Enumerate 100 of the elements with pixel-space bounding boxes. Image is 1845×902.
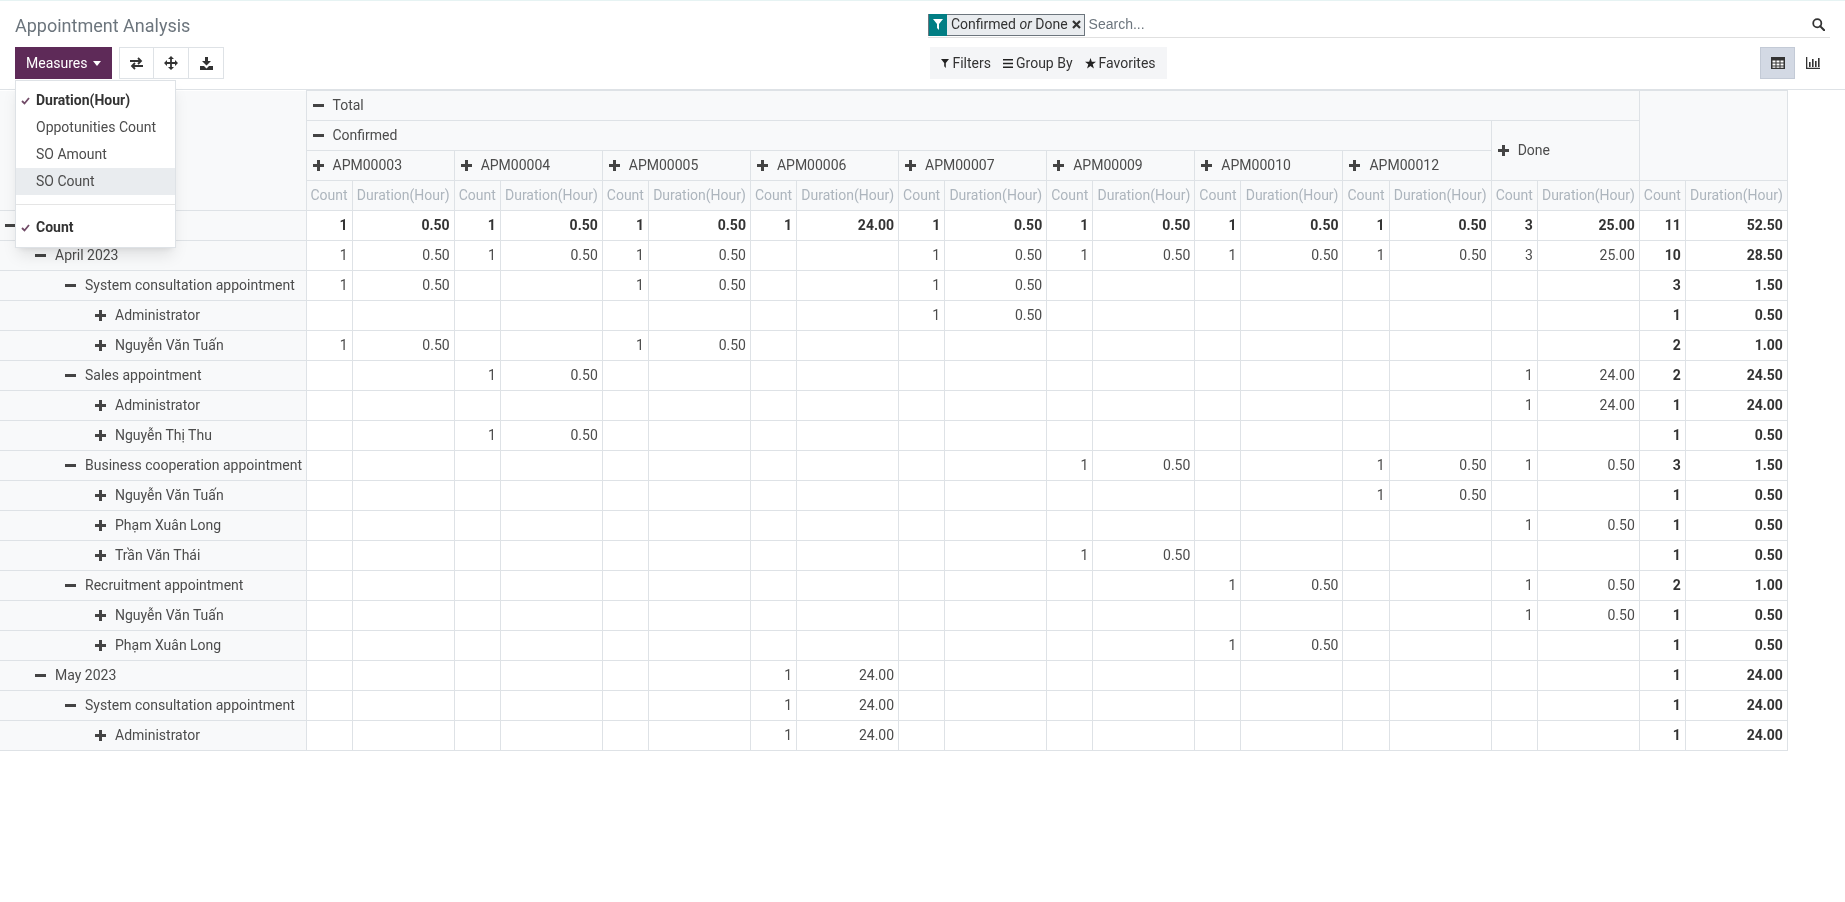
table-cell: 1 [454, 360, 501, 391]
menu-item[interactable]: Duration(Hour) [16, 87, 175, 114]
row-header[interactable]: Nguyễn Thị Thu [0, 420, 306, 451]
table-cell: 0.50 [1685, 540, 1788, 571]
table-cell: 1 [1639, 690, 1686, 721]
table-cell: 0.50 [1389, 480, 1492, 511]
table-cell: 1 [1491, 510, 1538, 541]
row-header[interactable]: Nguyễn Văn Tuấn [0, 600, 306, 631]
table-cell: 1 [750, 660, 797, 691]
table-icon [1770, 57, 1785, 69]
table-cell: 1 [306, 240, 353, 271]
table-cell: 1 [1046, 240, 1093, 271]
column-header[interactable]: APM00004 [454, 150, 603, 181]
column-header[interactable]: Done [1491, 120, 1640, 181]
table-cell: 0.50 [500, 360, 603, 391]
row-header[interactable]: Business cooperation appointment [0, 450, 306, 481]
row-header[interactable]: Phạm Xuân Long [0, 630, 306, 661]
table-cell: 1 [1046, 540, 1093, 571]
column-header[interactable]: APM00003 [306, 150, 455, 181]
table-cell: 0.50 [1537, 510, 1640, 541]
table-cell: 3 [1491, 240, 1538, 271]
table-cell: 1 [750, 210, 797, 241]
row-header[interactable]: Sales appointment [0, 360, 306, 391]
row-header[interactable]: System consultation appointment [0, 270, 306, 301]
filter-facet[interactable]: Confirmed or Done [928, 13, 1085, 36]
table-cell: 1 [1046, 210, 1093, 241]
row-header[interactable]: Trần Văn Thái [0, 540, 306, 571]
table-cell: 24.50 [1685, 360, 1788, 391]
menu-item[interactable]: SO Amount [16, 141, 175, 168]
column-header[interactable]: APM00009 [1046, 150, 1195, 181]
table-cell: 0.50 [1685, 510, 1788, 541]
table-cell: 0.50 [1537, 570, 1640, 601]
column-header[interactable]: APM00006 [750, 150, 899, 181]
table-cell: 1 [1639, 510, 1686, 541]
table-cell: 0.50 [1241, 570, 1343, 601]
table-cell: 2 [1639, 330, 1686, 361]
table-cell: 1 [306, 210, 353, 241]
table-cell: 0.50 [1685, 630, 1788, 661]
table-cell: 1 [1343, 210, 1390, 241]
table-cell: 1 [1639, 480, 1686, 511]
group-menu-button[interactable]: Group By [998, 49, 1078, 77]
table-cell: 2 [1639, 570, 1686, 601]
table-cell: 24.00 [1685, 390, 1788, 421]
table-cell: 1 [1491, 450, 1538, 481]
table-cell: 24.00 [1537, 360, 1640, 391]
column-header[interactable]: APM00007 [898, 150, 1047, 181]
row-header[interactable]: System consultation appointment [0, 690, 306, 721]
row-header[interactable]: Administrator [0, 720, 306, 751]
table-cell: 1 [898, 270, 945, 301]
table-cell: 1 [1639, 300, 1686, 331]
menu-item[interactable]: Oppotunities Count [16, 114, 175, 141]
table-cell: 0.50 [1241, 630, 1343, 661]
menu-item[interactable]: Count [16, 214, 175, 241]
table-cell: 1 [1639, 390, 1686, 421]
table-cell: 1 [1343, 480, 1390, 511]
table-cell: 1 [1639, 630, 1686, 661]
table-cell: 25.00 [1537, 240, 1640, 271]
favorite-menu-button[interactable]: Favorites [1079, 49, 1161, 77]
row-header[interactable]: Administrator [0, 390, 306, 421]
row-header[interactable]: Phạm Xuân Long [0, 510, 306, 541]
table-cell: 1 [898, 300, 945, 331]
table-cell: 1 [1343, 450, 1390, 481]
table-cell: 24.00 [796, 210, 899, 241]
table-cell: 0.50 [1389, 210, 1492, 241]
move-arrows-icon [164, 56, 179, 70]
table-cell: 1 [454, 420, 501, 451]
table-cell: 1 [1491, 390, 1538, 421]
column-header[interactable]: Confirmed [306, 120, 1492, 151]
column-header[interactable]: APM00010 [1194, 150, 1343, 181]
row-header[interactable]: May 2023 [0, 660, 306, 691]
table-cell: 1.00 [1685, 330, 1788, 361]
column-header[interactable]: APM00012 [1343, 150, 1492, 181]
column-header[interactable]: APM00005 [602, 150, 751, 181]
table-cell: 24.00 [1685, 690, 1788, 721]
measures-button[interactable]: Measures [15, 47, 113, 79]
filter-menu-button[interactable]: Filters [936, 49, 996, 77]
table-cell: 0.50 [944, 210, 1047, 241]
row-header[interactable]: Nguyễn Văn Tuấn [0, 480, 306, 511]
row-header[interactable]: Nguyễn Văn Tuấn [0, 330, 306, 361]
row-header[interactable]: Administrator [0, 300, 306, 331]
menu-item[interactable]: SO Count [16, 168, 175, 195]
table-cell: 0.50 [648, 210, 751, 241]
table-cell: 1 [1194, 630, 1241, 661]
download-icon [199, 56, 213, 70]
table-cell: 24.00 [796, 690, 899, 721]
table-cell: 1 [306, 270, 353, 301]
search-field[interactable]: Search... [1088, 14, 1812, 35]
table-cell: 0.50 [944, 240, 1047, 271]
table-cell: 3 [1639, 450, 1686, 481]
row-header[interactable]: Recruitment appointment [0, 570, 306, 601]
caret-icon [93, 60, 102, 66]
pivot-view-button[interactable] [1760, 47, 1795, 79]
table-cell: 0.50 [648, 240, 751, 271]
close-icon[interactable] [1071, 20, 1084, 29]
table-cell: 1 [306, 330, 353, 361]
table-cell: 1.50 [1685, 270, 1788, 301]
search-icon[interactable] [1812, 18, 1825, 31]
column-header[interactable]: Total [306, 90, 1640, 121]
table-cell: 1 [750, 690, 797, 721]
table-cell: 24.00 [1685, 720, 1788, 751]
